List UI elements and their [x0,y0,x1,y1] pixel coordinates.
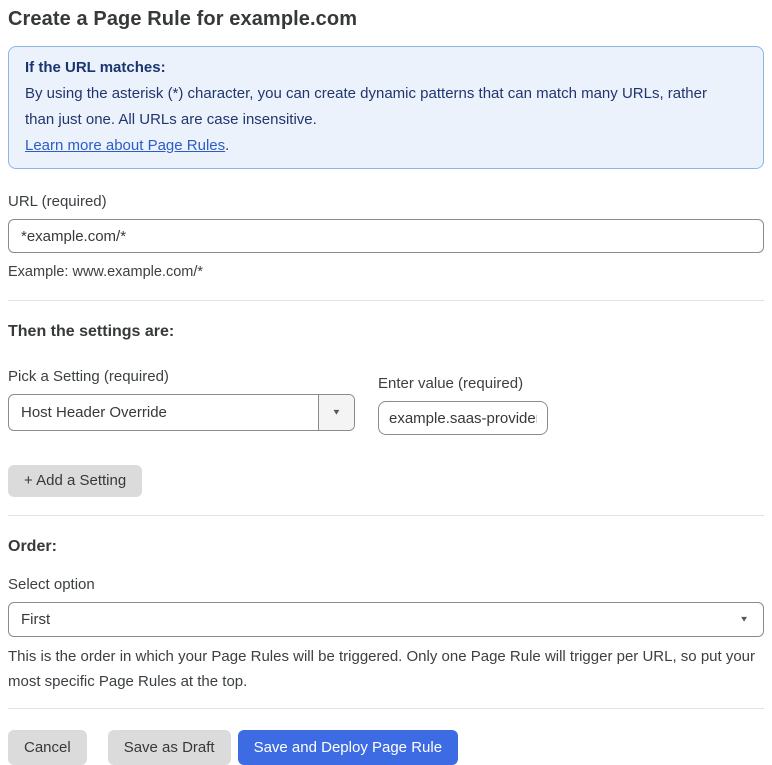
page-title: Create a Page Rule for example.com [8,8,358,30]
footer-actions: Cancel Save as Draft Save and Deploy Pag… [8,730,764,765]
page-rule-form: Create a Page Rule for example.com If th… [0,0,772,765]
save-and-deploy-button[interactable]: Save and Deploy Page Rule [237,730,459,765]
settings-row: Pick a Setting (required) Host Header Ov… [8,368,764,435]
setting-select[interactable]: Host Header Override ▼ [8,394,355,431]
url-input[interactable] [8,219,764,253]
chevron-down-icon: ▼ [331,408,342,417]
setting-value-input[interactable] [378,401,548,435]
setting-picker-column: Pick a Setting (required) Host Header Ov… [8,368,355,435]
setting-select-value: Host Header Override [21,404,167,421]
order-select-value: First [21,611,51,628]
cancel-button[interactable]: Cancel [8,730,87,765]
order-helper-text: This is the order in which your Page Rul… [8,648,756,690]
divider [8,708,764,709]
order-heading: Order: [8,538,57,555]
settings-heading: Then the settings are: [8,323,175,340]
url-match-info-box: If the URL matches: By using the asteris… [8,46,764,169]
info-link-line: Learn more about Page Rules. [25,133,747,159]
chevron-down-icon: ▼ [739,615,749,624]
url-section: URL (required) Example: www.example.com/… [8,193,764,282]
learn-more-link[interactable]: Learn more about Page Rules [25,137,225,154]
info-box-heading: If the URL matches: [25,59,166,76]
order-select-label: Select option [8,576,95,593]
save-as-draft-button[interactable]: Save as Draft [107,730,231,765]
setting-picker-label: Pick a Setting (required) [8,368,169,385]
divider [8,300,764,301]
setting-value-column: Enter value (required) [378,368,548,435]
add-setting-button[interactable]: + Add a Setting [8,465,143,497]
url-helper-text: Example: www.example.com/* [8,264,204,280]
setting-select-arrow-button[interactable]: ▼ [318,395,354,430]
info-box-body: By using the asterisk (*) character, you… [25,85,707,128]
order-select[interactable]: First ▼ [8,602,764,637]
setting-value-label: Enter value (required) [378,375,524,392]
divider [8,515,764,516]
url-label: URL (required) [8,193,107,210]
link-suffix: . [225,137,230,154]
